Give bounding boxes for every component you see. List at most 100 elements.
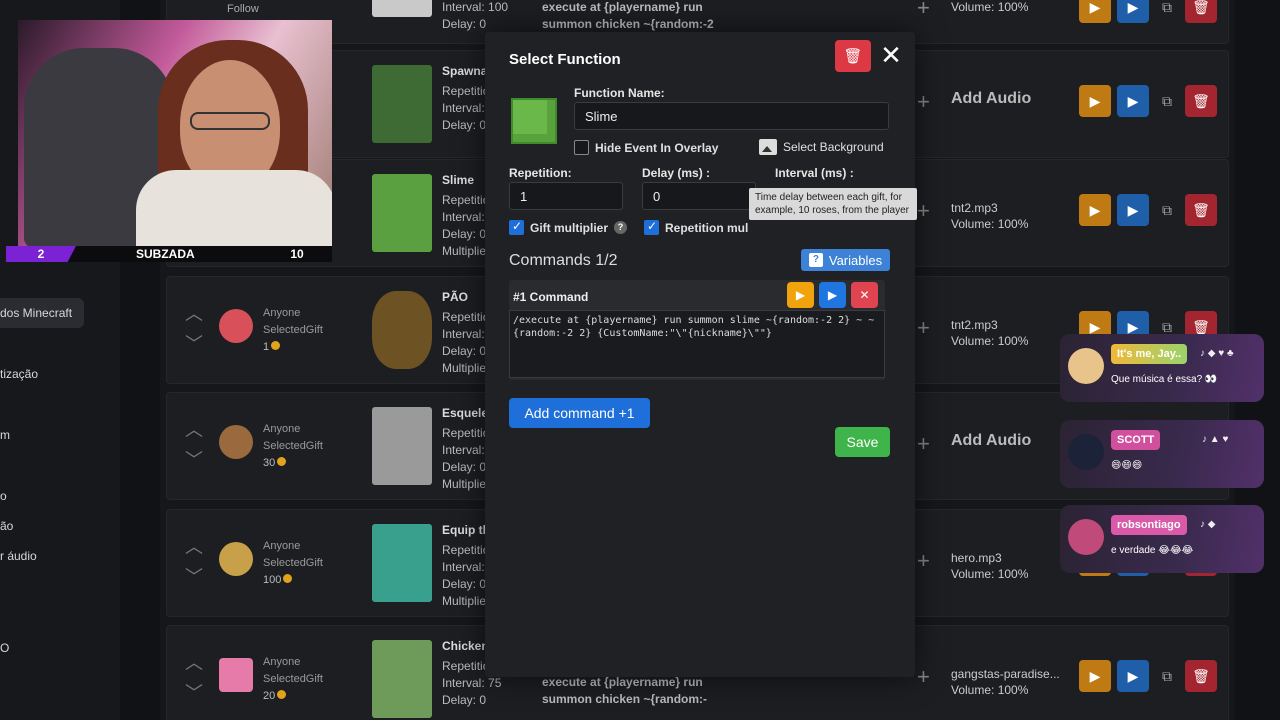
select-background-button[interactable]: Select Background [759, 139, 884, 155]
run-button[interactable]: ▶ [1117, 85, 1149, 117]
glasses [190, 112, 270, 130]
delete-button[interactable]: 🗑 [1185, 660, 1217, 692]
trash-icon: 🗑 [843, 48, 863, 65]
event-interval: Interval: 75 [442, 676, 502, 690]
hide-event-checkbox[interactable]: Hide Event In Overlay [574, 140, 718, 155]
bread-item-icon [372, 291, 432, 369]
gift-coins: 100 [263, 574, 282, 586]
move-up-icon[interactable]: ︿ [179, 415, 209, 445]
event-volume: Volume: 100% [951, 0, 1029, 14]
copy-icon[interactable]: ⧉ [1155, 194, 1179, 226]
save-button[interactable]: Save [835, 427, 890, 457]
help-icon[interactable]: ? [614, 221, 627, 234]
move-down-icon[interactable]: ﹀ [179, 445, 209, 475]
test-command-button[interactable]: ▶ [787, 282, 814, 308]
stream-level: 2 [6, 246, 76, 262]
delete-button[interactable]: 🗑 [1185, 194, 1217, 226]
play-button[interactable]: ▶ [1079, 660, 1111, 692]
add-icon[interactable]: + [917, 664, 930, 690]
play-button[interactable]: ▶ [1079, 0, 1111, 23]
move-down-icon[interactable]: ﹀ [179, 562, 209, 592]
add-command-button[interactable]: Add command +1 [509, 398, 650, 428]
avatar [1068, 519, 1104, 555]
run-button[interactable]: ▶ [1117, 194, 1149, 226]
tiktok-icon: ♪ ▲ ♥ [1202, 434, 1229, 445]
audio-file: tnt2.mp3 [951, 201, 998, 215]
move-up-icon[interactable]: ︿ [179, 648, 209, 678]
repetition-input[interactable]: 1 [509, 182, 623, 210]
webcam-feed [18, 20, 332, 247]
slime-mob-icon [372, 174, 432, 252]
move-down-icon[interactable]: ﹀ [179, 678, 209, 708]
add-audio-button[interactable]: Add Audio [951, 91, 1031, 107]
chat-message: SCOTT ♪ ▲ ♥ 😄😄😄 [1060, 420, 1264, 488]
run-command-button[interactable]: ▶ [819, 282, 846, 308]
add-icon[interactable]: + [917, 315, 930, 341]
streamer-name: SUBZADA [136, 247, 195, 261]
play-button[interactable]: ▶ [1079, 194, 1111, 226]
chat-username: robsontiago [1111, 515, 1187, 535]
command-label: #1 Command [513, 290, 589, 304]
interval-tooltip: Time delay between each gift, for exampl… [749, 188, 917, 220]
add-icon[interactable]: + [917, 431, 930, 457]
copy-icon[interactable]: ⧉ [1155, 85, 1179, 117]
repetition-label: Repetition: [509, 166, 572, 180]
zombie-mob-icon [372, 65, 432, 143]
move-up-icon[interactable]: ︿ [179, 532, 209, 562]
gg-gift-icon [219, 542, 253, 576]
repetition-multiplier-checkbox[interactable]: Repetition mul [644, 219, 748, 235]
close-icon[interactable]: ✕ [877, 40, 905, 72]
slime-function-icon [511, 98, 557, 144]
sidebar-item-minecraft[interactable]: dos Minecraft [0, 298, 85, 328]
gift-sender: Anyone [263, 423, 301, 435]
gift-box-icon [219, 658, 253, 692]
add-icon[interactable]: + [917, 548, 930, 574]
command-textarea[interactable]: /execute at {playername} run summon slim… [509, 310, 885, 378]
zombie-chicken-icon [372, 640, 432, 718]
function-name-label: Function Name: [574, 86, 665, 100]
sidebar-item-6[interactable]: r áudio [0, 549, 37, 563]
capybara-gift-icon [219, 425, 253, 459]
play-button[interactable]: ▶ [1079, 85, 1111, 117]
audio-volume: Volume: 100% [951, 334, 1029, 348]
chat-message: robsontiago ♪ ◆ e verdade 😂😂😂 [1060, 505, 1264, 573]
gift-type: SelectedGift [263, 673, 323, 685]
event-interval: Interval: 100 [442, 0, 509, 14]
tiktok-icon: ♪ ◆ ♥ ♣ [1200, 348, 1234, 359]
select-function-modal: Select Function 🗑 ✕ Function Name: Slime… [485, 32, 917, 677]
chicken-mob-icon [372, 0, 432, 17]
copy-icon[interactable]: ⧉ [1155, 0, 1179, 23]
add-icon[interactable]: + [917, 198, 930, 224]
delay-input[interactable]: 0 [642, 182, 756, 210]
variables-button[interactable]: ? Variables [801, 249, 890, 271]
delete-function-button[interactable]: 🗑 [835, 40, 871, 72]
move-down-icon[interactable]: ﹀ [179, 329, 209, 359]
copy-icon[interactable]: ⧉ [1155, 660, 1179, 692]
audio-file: hero.mp3 [951, 551, 1002, 565]
add-icon[interactable]: + [917, 89, 930, 115]
gift-multiplier-checkbox[interactable]: Gift multiplier ? [509, 219, 627, 235]
delete-button[interactable]: 🗑 [1185, 0, 1217, 23]
remove-command-button[interactable]: ✕ [851, 282, 878, 308]
question-icon: ? [808, 253, 823, 267]
chat-text: e verdade 😂😂😂 [1111, 545, 1194, 556]
sidebar-item-3[interactable]: m [0, 428, 10, 442]
sidebar-item-7[interactable]: O [0, 641, 9, 655]
sidebar-item-2[interactable]: tização [0, 367, 38, 381]
sidebar-item-4[interactable]: o [0, 489, 7, 503]
sidebar-item-5[interactable]: ão [0, 519, 13, 533]
function-name-input[interactable]: Slime [574, 102, 889, 130]
run-button[interactable]: ▶ [1117, 0, 1149, 23]
chat-text: Que música é essa? 👀 [1111, 374, 1218, 385]
skeleton-mob-icon [372, 407, 432, 485]
coin-icon [271, 341, 281, 350]
avatar [1068, 434, 1104, 470]
add-icon[interactable]: + [917, 0, 930, 21]
run-button[interactable]: ▶ [1117, 660, 1149, 692]
add-audio-button[interactable]: Add Audio [951, 433, 1031, 449]
move-up-icon[interactable]: ︿ [179, 299, 209, 329]
event-delay: Delay: 0 [442, 693, 487, 707]
gift-type: SelectedGift [263, 557, 323, 569]
delete-button[interactable]: 🗑 [1185, 85, 1217, 117]
stream-info-bar: 2 SUBZADA 10 [6, 246, 332, 262]
